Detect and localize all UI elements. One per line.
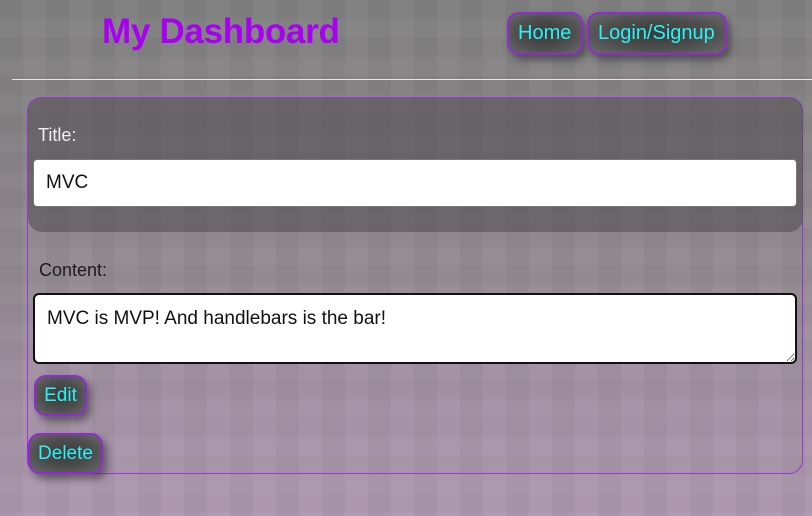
content-label: Content: xyxy=(39,260,108,280)
page-title: My Dashboard xyxy=(102,12,340,51)
title-label: Title: xyxy=(38,125,77,145)
site-header: My Dashboard Home Login/Signup xyxy=(0,0,812,80)
edit-button[interactable]: Edit xyxy=(34,375,87,416)
login-signup-button[interactable]: Login/Signup xyxy=(587,12,727,55)
header-divider xyxy=(12,79,812,80)
title-input[interactable] xyxy=(33,159,797,207)
home-button[interactable]: Home xyxy=(507,12,583,55)
delete-button[interactable]: Delete xyxy=(28,433,103,474)
content-textarea[interactable]: MVC is MVP! And handlebars is the bar! xyxy=(33,293,797,364)
